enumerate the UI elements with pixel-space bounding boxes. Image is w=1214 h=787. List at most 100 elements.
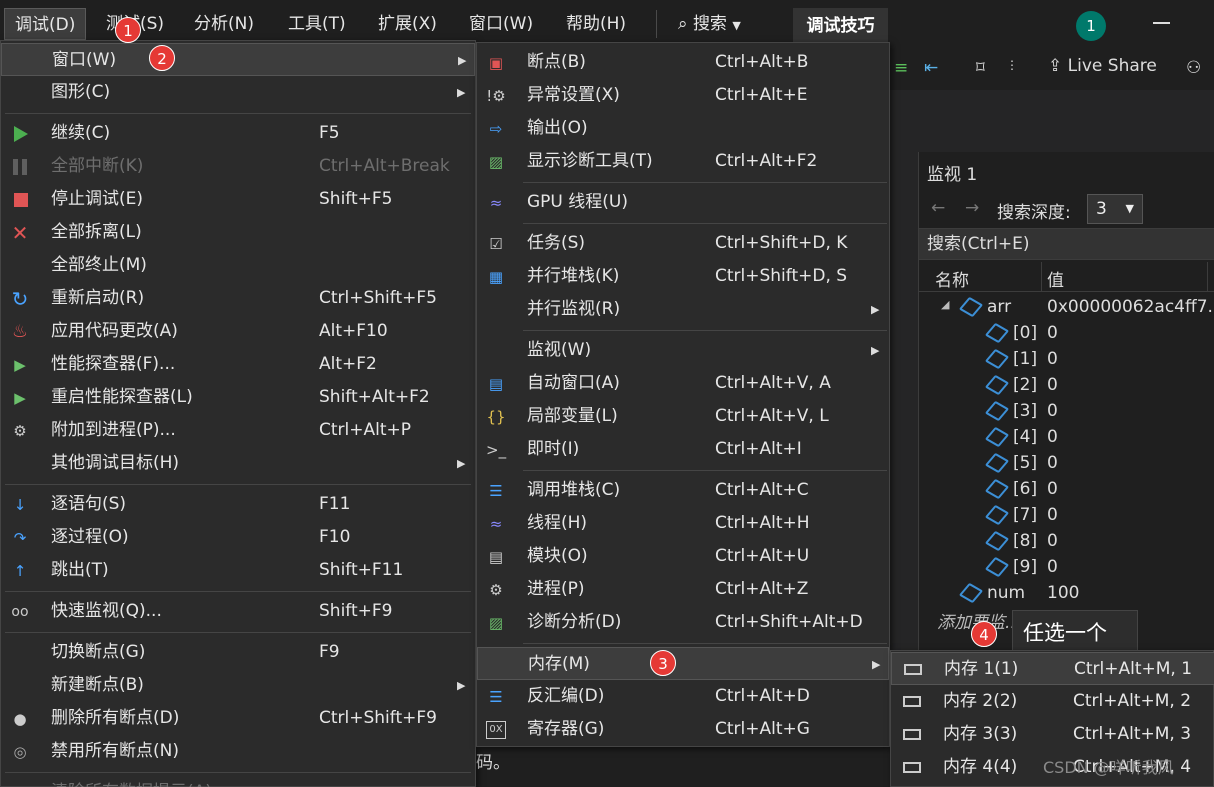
menu-item-relaunch-profiler[interactable]: ▶ 重启性能探查器(L) Shift+Alt+F2 — [1, 381, 475, 414]
watch-row[interactable]: [3] 0 — [919, 398, 1214, 424]
search-depth-select[interactable]: 3 ▼ — [1087, 194, 1143, 224]
breakpoints-window-icon: ▣ — [488, 54, 504, 72]
menu-item-output[interactable]: ⇨ 输出(O) — [477, 112, 889, 145]
menu-item-detach-all[interactable]: ✕ 全部拆离(L) — [1, 216, 475, 249]
column-name-header[interactable]: 名称 — [935, 266, 969, 291]
menu-debug[interactable]: 调试(D) — [4, 8, 87, 40]
watch-row[interactable]: [6] 0 — [919, 476, 1214, 502]
watch-row-value: 100 — [1047, 583, 1080, 603]
menu-extensions[interactable]: 扩展(X) — [368, 8, 447, 40]
menu-analyze[interactable]: 分析(N) — [184, 8, 264, 40]
watch-row[interactable]: [8] 0 — [919, 528, 1214, 554]
menu-item-break-all[interactable]: 全部中断(K) Ctrl+Alt+Break — [1, 150, 475, 183]
back-arrow-icon[interactable]: ← — [931, 198, 945, 218]
gears-icon: ⚙ — [489, 581, 503, 599]
menu-item-shortcut: Ctrl+Alt+I — [715, 439, 802, 459]
menu-item-call-stack[interactable]: ☰ 调用堆栈(C) Ctrl+Alt+C — [477, 474, 889, 507]
overflow-icon[interactable]: ⋮ — [1006, 58, 1018, 80]
menu-item-shortcut: Ctrl+Alt+B — [715, 52, 809, 72]
watch-row[interactable]: ◢ arr 0x00000062ac4ff7... — [919, 294, 1214, 320]
menu-item-memory[interactable]: 内存(M) ▶ — [477, 647, 889, 680]
menu-item-disassembly[interactable]: ☰ 反汇编(D) Ctrl+Alt+D — [477, 680, 889, 713]
menu-item-label: 并行监视(R) — [527, 299, 621, 319]
menu-item-shortcut: Ctrl+Alt+V, A — [715, 373, 831, 393]
menu-item-clear-data-tips[interactable]: 清除所有数据提示(A) — [1, 776, 475, 787]
menu-item-attach-to-process[interactable]: ⚙ 附加到进程(P)... Ctrl+Alt+P — [1, 414, 475, 447]
menu-item-restart[interactable]: ↻ 重新启动(R) Ctrl+Shift+F5 — [1, 282, 475, 315]
menu-item-autos[interactable]: ▤ 自动窗口(A) Ctrl+Alt+V, A — [477, 367, 889, 400]
forward-arrow-icon[interactable]: → — [965, 198, 979, 218]
menu-item-threads[interactable]: ≈ 线程(H) Ctrl+Alt+H — [477, 507, 889, 540]
menu-tools[interactable]: 工具(T) — [278, 8, 356, 40]
search-button[interactable]: ⌕ 搜索 ▼ — [678, 8, 741, 40]
outdent-icon[interactable]: ⇤ — [924, 58, 938, 80]
collapse-triangle-icon[interactable]: ◢ — [941, 298, 949, 311]
minimize-icon[interactable] — [1153, 22, 1170, 24]
menu-item-performance-profiler[interactable]: ▶ 性能探查器(F)... Alt+F2 — [1, 348, 475, 381]
menu-item-delete-all-breakpoints[interactable]: ● 删除所有断点(D) Ctrl+Shift+F9 — [1, 702, 475, 735]
watch-row[interactable]: [7] 0 — [919, 502, 1214, 528]
menu-item-locals[interactable]: {} 局部变量(L) Ctrl+Alt+V, L — [477, 400, 889, 433]
menubar-divider — [656, 10, 657, 38]
feedback-icon[interactable]: ⚇ — [1186, 58, 1201, 80]
indent-icon[interactable]: ≡ — [894, 58, 908, 80]
menu-window[interactable]: 窗口(W) — [459, 8, 543, 40]
watch-row[interactable]: [5] 0 — [919, 450, 1214, 476]
notification-badge[interactable]: 1 — [1076, 11, 1106, 41]
menu-item-diagnostic-analysis[interactable]: ▨ 诊断分析(D) Ctrl+Shift+Alt+D — [477, 606, 889, 639]
menu-item-window[interactable]: 窗口(W) ▶ — [1, 43, 475, 76]
menu-item-watch[interactable]: 监视(W) ▶ — [477, 334, 889, 367]
column-divider[interactable] — [1041, 262, 1042, 291]
menu-item-label: 快速监视(Q)... — [51, 601, 162, 621]
menu-item-registers[interactable]: 0X 寄存器(G) Ctrl+Alt+G — [477, 713, 889, 746]
menu-item-exception-settings[interactable]: !⚙ 异常设置(X) Ctrl+Alt+E — [477, 79, 889, 112]
menu-item-terminate-all[interactable]: 全部终止(M) — [1, 249, 475, 282]
menu-item-shortcut: F11 — [319, 494, 351, 514]
menu-item-gpu-threads[interactable]: ≈ GPU 线程(U) — [477, 186, 889, 219]
menu-help[interactable]: 帮助(H) — [556, 8, 636, 40]
menu-item-new-breakpoint[interactable]: 新建断点(B) ▶ — [1, 669, 475, 702]
menu-item-immediate[interactable]: >_ 即时(I) Ctrl+Alt+I — [477, 433, 889, 466]
menu-item-label: 继续(C) — [51, 123, 111, 143]
menu-item-processes[interactable]: ⚙ 进程(P) Ctrl+Alt+Z — [477, 573, 889, 606]
menu-item-disable-all-breakpoints[interactable]: ◎ 禁用所有断点(N) — [1, 735, 475, 768]
watch-row[interactable]: [4] 0 — [919, 424, 1214, 450]
column-value-header[interactable]: 值 — [1047, 266, 1064, 291]
menu-item-step-over[interactable]: ↷ 逐过程(O) F10 — [1, 521, 475, 554]
watch-row[interactable]: [2] 0 — [919, 372, 1214, 398]
menu-item-diagnostic-tools[interactable]: ▨ 显示诊断工具(T) Ctrl+Alt+F2 — [477, 145, 889, 178]
menu-item-breakpoints[interactable]: ▣ 断点(B) Ctrl+Alt+B — [477, 46, 889, 79]
menu-item-shortcut: Ctrl+Alt+H — [715, 513, 810, 533]
menu-item-toggle-breakpoint[interactable]: 切换断点(G) F9 — [1, 636, 475, 669]
menu-item-step-out[interactable]: ↑ 跳出(T) Shift+F11 — [1, 554, 475, 587]
menu-item-quick-watch[interactable]: oo 快速监视(Q)... Shift+F9 — [1, 595, 475, 628]
watch-row[interactable]: [0] 0 — [919, 320, 1214, 346]
menu-item-memory-2[interactable]: 内存 2(2) Ctrl+Alt+M, 2 — [891, 685, 1214, 718]
menu-item-parallel-stacks[interactable]: ▦ 并行堆栈(K) Ctrl+Shift+D, S — [477, 260, 889, 293]
watch-row-value: 0 — [1047, 349, 1058, 369]
watch-row-name: [1] — [1013, 349, 1038, 369]
menu-item-tasks[interactable]: ☑ 任务(S) Ctrl+Shift+D, K — [477, 227, 889, 260]
menu-item-shortcut: Shift+F11 — [319, 560, 404, 580]
menu-item-apply-code-changes[interactable]: ♨ 应用代码更改(A) Alt+F10 — [1, 315, 475, 348]
bookmark-icon[interactable]: ⌑ — [976, 58, 985, 80]
menu-item-modules[interactable]: ▤ 模块(O) Ctrl+Alt+U — [477, 540, 889, 573]
watch-search-input[interactable]: 搜索(Ctrl+E) — [919, 228, 1214, 260]
menu-item-parallel-watch[interactable]: 并行监视(R) ▶ — [477, 293, 889, 326]
menu-item-memory-1[interactable]: 内存 1(1) Ctrl+Alt+M, 1 — [891, 652, 1214, 685]
menu-item-step-into[interactable]: ↓ 逐语句(S) F11 — [1, 488, 475, 521]
menu-item-graphics[interactable]: 图形(C) ▶ — [1, 76, 475, 109]
watch-row[interactable]: [1] 0 — [919, 346, 1214, 372]
column-divider[interactable] — [1207, 262, 1208, 291]
menu-item-label: 图形(C) — [51, 82, 111, 102]
watch-row[interactable]: [9] 0 — [919, 554, 1214, 580]
menu-item-stop-debugging[interactable]: 停止调试(E) Shift+F5 — [1, 183, 475, 216]
menu-item-shortcut: Ctrl+Shift+D, S — [715, 266, 848, 286]
menu-item-memory-3[interactable]: 内存 3(3) Ctrl+Alt+M, 3 — [891, 718, 1214, 751]
menu-item-continue[interactable]: 继续(C) F5 — [1, 117, 475, 150]
menu-item-other-debug-targets[interactable]: 其他调试目标(H) ▶ — [1, 447, 475, 480]
menu-item-label: 内存 3(3) — [943, 724, 1018, 744]
console-icon: >_ — [486, 441, 507, 459]
live-share-button[interactable]: ⇪ Live Share — [1048, 56, 1157, 76]
watch-row[interactable]: num 100 — [919, 580, 1214, 606]
